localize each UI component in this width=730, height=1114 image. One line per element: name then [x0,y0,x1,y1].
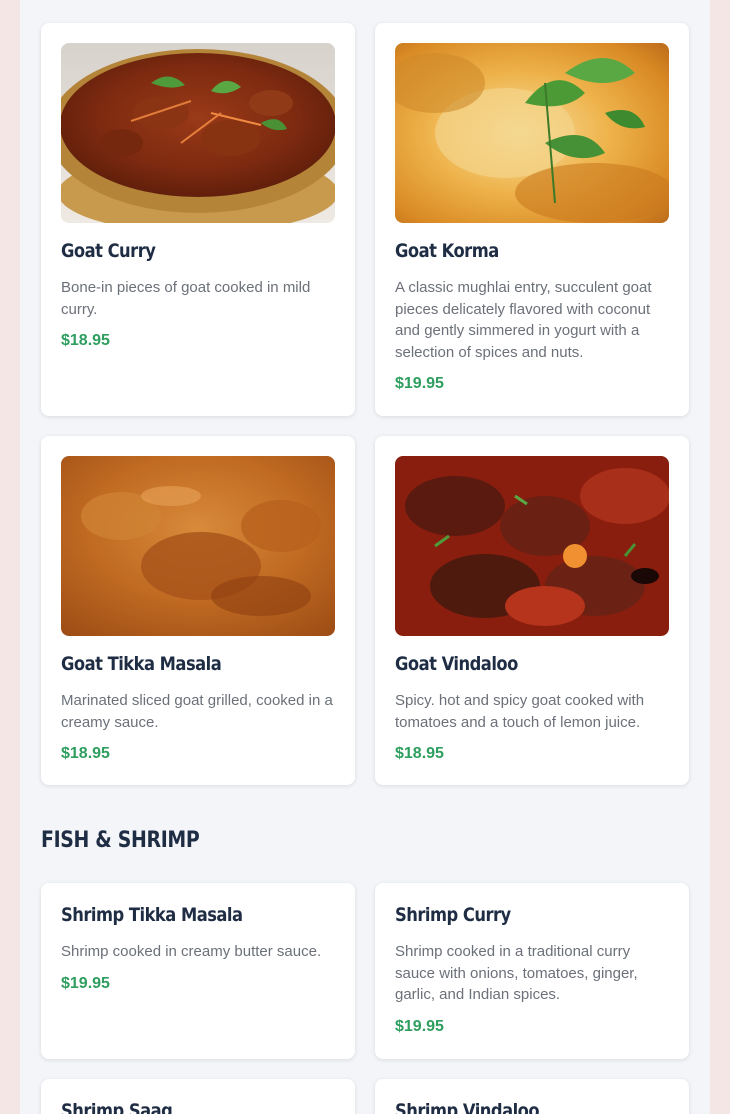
menu-item-price: $18.95 [61,745,110,762]
menu-item-name: Shrimp Tikka Masala [61,904,243,926]
menu-item-price: $18.95 [61,332,110,349]
goat-korma-photo [395,43,669,223]
goat-tikka-masala-photo [61,456,335,636]
menu-item-name: Shrimp Saag [61,1100,173,1114]
menu-item-name: Goat Tikka Masala [61,653,222,675]
menu-item-card[interactable]: Shrimp Tikka Masala Shrimp cooked in cre… [41,883,355,1059]
menu-item-price: $19.95 [61,974,110,992]
goat-curry-photo [61,43,335,223]
menu-item-card[interactable]: Goat Curry Bone-in pieces of goat cooked… [41,23,355,416]
menu-item-description: Spicy. hot and spicy goat cooked with to… [395,692,645,731]
menu-item-card[interactable]: Goat Vindaloo Spicy. hot and spicy goat … [375,436,689,785]
menu-item-name: Goat Vindaloo [395,653,518,675]
menu-page: Goat Curry Bone-in pieces of goat cooked… [20,0,710,1114]
menu-item-description: Bone-in pieces of goat cooked in mild cu… [61,279,311,318]
goat-vindaloo-photo [395,456,669,636]
menu-item-price: $19.95 [395,375,444,392]
menu-item-description: Shrimp cooked in creamy butter sauce. [61,943,322,960]
menu-item-name: Shrimp Vindaloo [395,1100,540,1114]
menu-item-price: $19.95 [395,1017,444,1035]
menu-item-card[interactable]: Shrimp Curry Shrimp cooked in a traditio… [375,883,689,1059]
menu-item-price: $18.95 [395,745,444,762]
menu-item-name: Goat Korma [395,240,499,262]
menu-item-card[interactable]: Shrimp Vindaloo [375,1079,689,1114]
menu-item-card[interactable]: Goat Tikka Masala Marinated sliced goat … [41,436,355,785]
goat-menu-grid: Goat Curry Bone-in pieces of goat cooked… [41,23,689,785]
menu-item-card[interactable]: Shrimp Saag [41,1079,355,1114]
menu-item-name: Shrimp Curry [395,904,511,926]
menu-item-description: A classic mughlai entry, succulent goat … [395,279,652,361]
menu-item-description: Shrimp cooked in a traditional curry sau… [395,943,638,1003]
fish-menu-grid: Shrimp Tikka Masala Shrimp cooked in cre… [41,883,689,1114]
section-title-fish-shrimp: FISH & SHRIMP [41,828,200,853]
menu-item-description: Marinated sliced goat grilled, cooked in… [61,692,333,731]
menu-item-name: Goat Curry [61,240,156,262]
menu-item-card[interactable]: Goat Korma A classic mughlai entry, succ… [375,23,689,416]
